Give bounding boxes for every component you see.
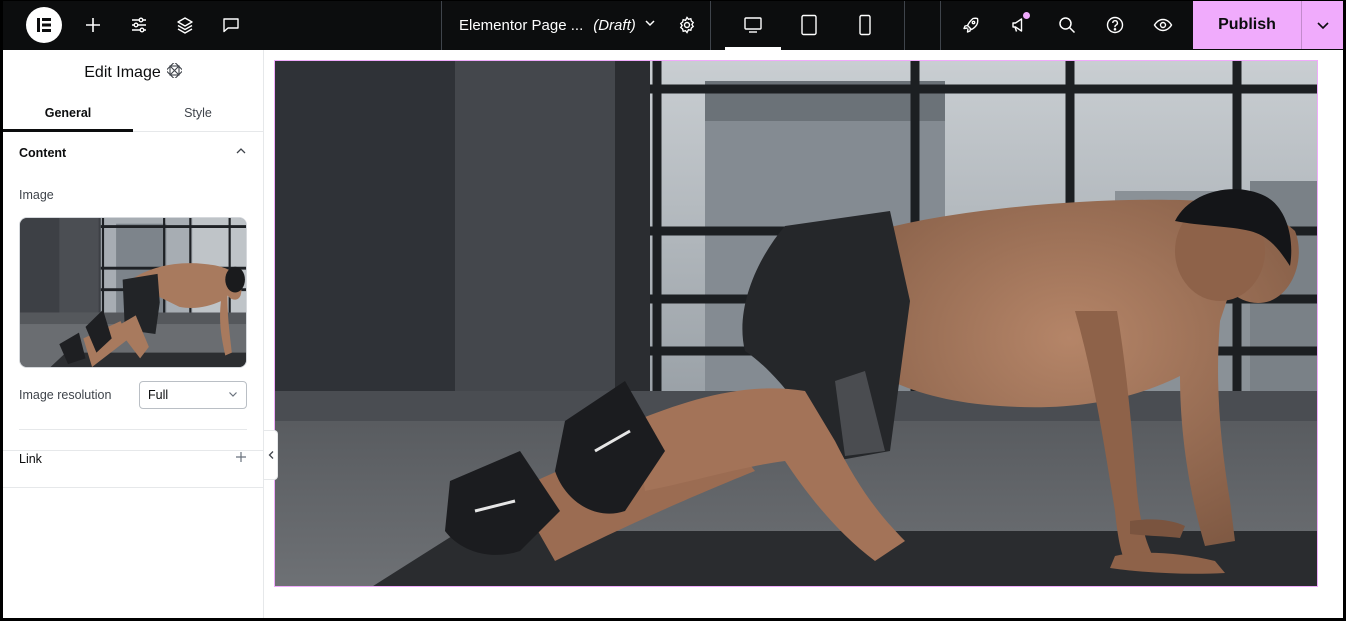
page-status: (Draft) bbox=[593, 16, 636, 34]
image-widget[interactable] bbox=[274, 60, 1318, 587]
widget-image-icon bbox=[165, 61, 183, 83]
content-section-body: Image Image resolution Full bbox=[3, 188, 263, 450]
tab-general[interactable]: General bbox=[3, 95, 133, 132]
chevron-left-icon bbox=[268, 451, 273, 459]
image-picker-thumbnail[interactable] bbox=[19, 217, 247, 368]
structure-layers-icon[interactable] bbox=[162, 0, 208, 50]
elementor-logo-icon[interactable] bbox=[26, 7, 62, 43]
mobile-icon[interactable] bbox=[837, 0, 893, 50]
top-bar: Elementor Page ... (Draft) Publish bbox=[0, 0, 1346, 50]
image-field-label: Image bbox=[19, 188, 54, 202]
panel-header: Edit Image bbox=[3, 50, 263, 95]
preview-canvas bbox=[265, 50, 1343, 621]
chevron-up-icon[interactable] bbox=[235, 144, 247, 162]
launchpad-rocket-icon[interactable] bbox=[947, 0, 995, 50]
panel-collapse-toggle[interactable] bbox=[264, 430, 278, 480]
chevron-down-icon bbox=[228, 388, 238, 402]
top-bar-left-group bbox=[0, 0, 441, 50]
responsive-mode-switcher bbox=[711, 0, 905, 50]
panel-tabs: General Style bbox=[3, 95, 263, 132]
content-section-label: Content bbox=[19, 146, 67, 160]
desktop-icon[interactable] bbox=[725, 0, 781, 50]
panel-title: Edit Image bbox=[84, 63, 161, 81]
notifications-megaphone-icon[interactable] bbox=[995, 0, 1043, 50]
help-icon[interactable] bbox=[1091, 0, 1139, 50]
link-section: Link bbox=[3, 431, 263, 488]
notification-dot bbox=[1023, 12, 1030, 19]
content-section-header[interactable]: Content bbox=[3, 132, 263, 174]
tablet-icon[interactable] bbox=[781, 0, 837, 50]
comments-icon[interactable] bbox=[208, 0, 254, 50]
page-settings-icon[interactable] bbox=[678, 16, 696, 34]
add-element-icon[interactable] bbox=[70, 0, 116, 50]
editor-panel: Edit Image General Style Content Image I… bbox=[3, 50, 264, 621]
preview-eye-icon[interactable] bbox=[1139, 0, 1187, 50]
image-resolution-value: Full bbox=[148, 388, 169, 402]
image-resolution-select[interactable]: Full bbox=[139, 381, 247, 409]
plus-icon[interactable] bbox=[235, 450, 247, 468]
image-resolution-row: Image resolution Full bbox=[19, 381, 247, 409]
publish-group: Publish bbox=[1193, 1, 1343, 49]
link-section-label: Link bbox=[19, 452, 42, 466]
chevron-down-icon[interactable] bbox=[644, 16, 656, 34]
workout-photo bbox=[275, 61, 1317, 586]
image-resolution-label: Image resolution bbox=[19, 388, 112, 402]
finder-search-icon[interactable] bbox=[1043, 0, 1091, 50]
publish-options-chevron-icon[interactable] bbox=[1302, 1, 1343, 49]
page-title-group[interactable]: Elementor Page ... (Draft) bbox=[441, 0, 711, 50]
page-name[interactable]: Elementor Page ... bbox=[459, 17, 583, 34]
section-divider bbox=[19, 429, 247, 430]
site-settings-icon[interactable] bbox=[116, 0, 162, 50]
content-section: Content Image Image resolution Full bbox=[3, 132, 263, 451]
tab-style[interactable]: Style bbox=[133, 95, 263, 131]
publish-button[interactable]: Publish bbox=[1193, 1, 1302, 49]
link-section-header[interactable]: Link bbox=[3, 431, 263, 487]
